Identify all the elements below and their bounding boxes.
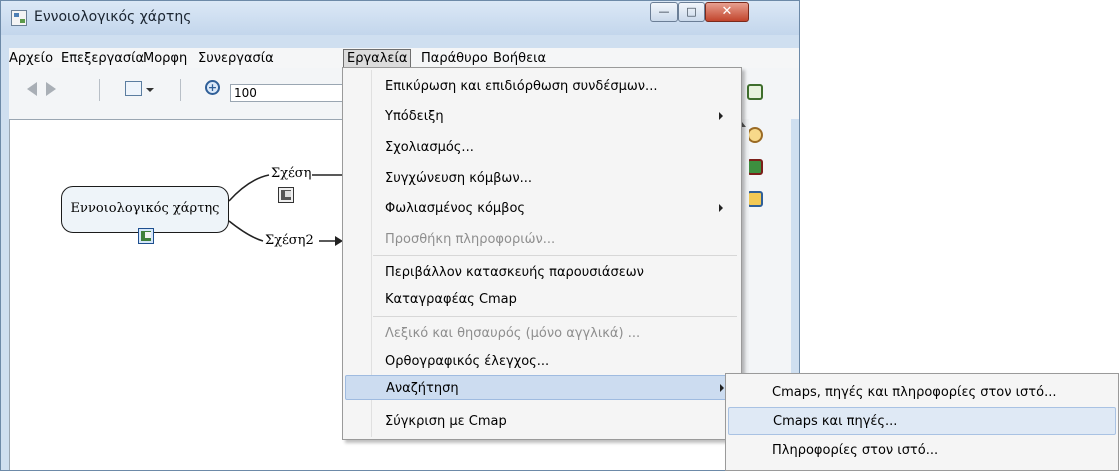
concept-label: Εννοιολογικός χάρτης: [70, 201, 220, 216]
menu-item-compare-cmap[interactable]: Σύγκριση με Cmap: [345, 409, 739, 434]
search-submenu: Cmaps, πηγές και πληροφορίες στον ιστό..…: [725, 373, 1119, 471]
menu-item-suggestion[interactable]: Υπόδειξη: [345, 104, 739, 129]
menu-separator: [373, 255, 737, 256]
menu-item-label: Συγχώνευση κόμβων...: [385, 171, 532, 186]
menu-separator: [373, 316, 737, 317]
menu-item-label: Επικύρωση και επιδιόρθωση συνδέσμων...: [385, 79, 658, 94]
submenu-arrow-icon: [719, 112, 723, 120]
note-resource-icon[interactable]: [278, 187, 294, 203]
menu-item-presentation-builder[interactable]: Περιβάλλον κατασκευής παρουσιάσεων: [345, 260, 739, 285]
menu-item-label: Υπόδειξη: [385, 109, 444, 124]
submenu-item-cmaps-sources[interactable]: Cmaps και πηγές...: [728, 407, 1116, 435]
submenu-item-label: Cmaps και πηγές...: [773, 414, 898, 429]
menu-item-annotation[interactable]: Σχολιασμός...: [345, 135, 739, 160]
menu-item-validate-links[interactable]: Επικύρωση και επιδιόρθωση συνδέσμων...: [345, 74, 739, 99]
menu-item-nested-node[interactable]: Φωλιασμένος κόμβος: [345, 196, 739, 221]
link-line-schesi2: [228, 220, 264, 242]
link-label-schesi[interactable]: Σχέση: [271, 166, 311, 181]
tools-menu: Επικύρωση και επιδιόρθωση συνδέσμων... Υ…: [342, 67, 742, 440]
submenu-item-label: Πληροφορίες στον ιστό...: [772, 443, 939, 458]
link-line-schesi: [228, 174, 270, 202]
menu-item-label: Προσθήκη πληροφοριών...: [385, 232, 556, 247]
submenu-arrow-icon: [720, 384, 724, 392]
menu-item-label: Φωλιασμένος κόμβος: [385, 201, 526, 216]
menu-item-search[interactable]: Αναζήτηση: [345, 375, 739, 400]
concept-node[interactable]: Εννοιολογικός χάρτης: [61, 186, 229, 233]
submenu-item-web-info[interactable]: Πληροφορίες στον ιστό...: [728, 437, 1116, 465]
menu-item-label: Λεξικό και θησαυρός (μόνο αγγλικά) ...: [385, 326, 641, 341]
link-label-schesi2[interactable]: Σχέση2: [265, 233, 314, 248]
menu-item-label: Ορθογραφικός έλεγχος...: [385, 354, 550, 369]
menu-item-spellcheck[interactable]: Ορθογραφικός έλεγχος...: [345, 349, 739, 374]
menu-item-label: Σχολιασμός...: [385, 140, 474, 155]
menu-item-dictionary: Λεξικό και θησαυρός (μόνο αγγλικά) ...: [345, 321, 739, 346]
submenu-arrow-icon: [719, 204, 723, 212]
menu-item-label: Καταγραφέας Cmap: [385, 292, 517, 307]
image-resource-icon[interactable]: [138, 228, 154, 244]
menu-item-add-info: Προσθήκη πληροφοριών...: [345, 227, 739, 252]
menu-item-merge-nodes[interactable]: Συγχώνευση κόμβων...: [345, 166, 739, 191]
menu-item-label: Σύγκριση με Cmap: [385, 414, 507, 429]
menu-item-label: Περιβάλλον κατασκευής παρουσιάσεων: [385, 265, 644, 280]
submenu-item-label: Cmaps, πηγές και πληροφορίες στον ιστό..…: [772, 385, 1057, 400]
menu-item-cmap-recorder[interactable]: Καταγραφέας Cmap: [345, 287, 739, 312]
menu-item-label: Αναζήτηση: [386, 381, 459, 396]
submenu-item-cmaps-sources-web[interactable]: Cmaps, πηγές και πληροφορίες στον ιστό..…: [728, 379, 1116, 407]
